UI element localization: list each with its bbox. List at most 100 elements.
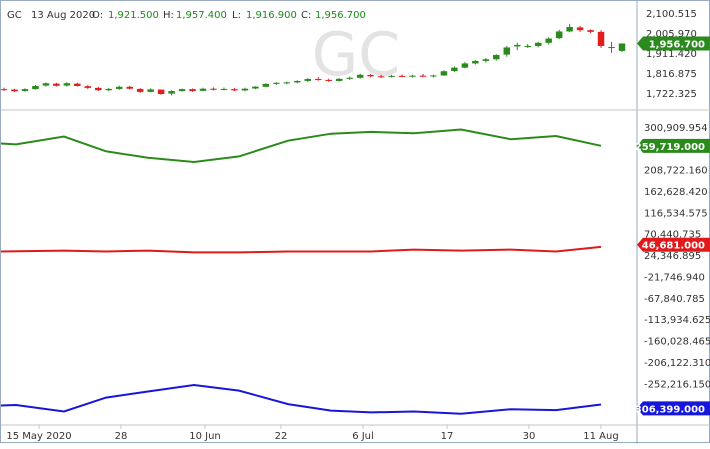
blue-series-tag-label: -306,399.000 xyxy=(631,404,705,415)
indicator-tick-label: -206,122.310 xyxy=(644,358,710,369)
candle[interactable] xyxy=(115,85,123,90)
candle-body xyxy=(503,47,511,55)
candle[interactable] xyxy=(482,57,490,63)
candle-body xyxy=(189,89,196,92)
time-tick-label: 22 xyxy=(275,431,288,442)
candle[interactable] xyxy=(262,83,270,88)
candle[interactable] xyxy=(294,80,301,84)
candle[interactable] xyxy=(555,29,563,40)
candle[interactable] xyxy=(126,85,133,90)
indicator-line-0[interactable] xyxy=(0,128,602,164)
candle[interactable] xyxy=(534,41,542,48)
candle[interactable] xyxy=(514,42,521,51)
candle[interactable] xyxy=(231,88,238,92)
candle[interactable] xyxy=(304,78,312,82)
candle[interactable] xyxy=(524,43,531,49)
candle-body xyxy=(42,83,50,86)
candle-body xyxy=(304,79,312,81)
candle-body xyxy=(377,76,385,78)
price-axis[interactable]: 2,100.5152,005.9701,911.4201,816.8751,72… xyxy=(646,9,697,100)
time-axis[interactable]: 15 May 2020 28 10 Jun 22 6 Jul 17 30 11 Aug xyxy=(6,425,619,442)
candle[interactable] xyxy=(32,84,39,90)
candle-body xyxy=(136,88,144,92)
candle[interactable] xyxy=(178,88,186,92)
candle[interactable] xyxy=(472,60,479,65)
candle[interactable] xyxy=(136,88,144,93)
candle[interactable] xyxy=(252,86,259,90)
chart-svg[interactable]: GC GC 13 Aug 2020 O: 1,921.500 H: 1,957.… xyxy=(0,1,710,444)
indicator-lines[interactable] xyxy=(0,128,602,415)
candle[interactable] xyxy=(587,29,594,34)
candle[interactable] xyxy=(493,54,500,61)
last-price-tag: 1,956.700 xyxy=(637,36,710,51)
indicator-tick-label: 162,628.420 xyxy=(644,187,708,198)
candle[interactable] xyxy=(597,30,605,49)
indicator-line-1[interactable] xyxy=(0,245,602,254)
candle[interactable] xyxy=(430,74,437,78)
candle[interactable] xyxy=(95,86,102,92)
time-tick-label: 17 xyxy=(441,431,454,442)
candle[interactable] xyxy=(220,87,228,91)
candle-body xyxy=(566,27,573,32)
candle[interactable] xyxy=(0,87,8,91)
candle-body xyxy=(534,42,542,46)
candle[interactable] xyxy=(84,85,92,89)
candle[interactable] xyxy=(419,73,427,78)
candle[interactable] xyxy=(189,88,196,92)
candle[interactable] xyxy=(53,82,60,87)
candle[interactable] xyxy=(210,87,217,91)
candle[interactable] xyxy=(545,37,552,45)
time-tick-label: 30 xyxy=(523,431,536,442)
candle[interactable] xyxy=(168,90,175,96)
indicator-axis[interactable]: 300,909.954254,816.055208,722.160162,628… xyxy=(644,123,710,412)
candle-body xyxy=(482,59,490,61)
price-tick-label: 2,100.515 xyxy=(646,9,697,20)
candle-body xyxy=(524,45,531,48)
candle-body xyxy=(587,30,594,32)
candle[interactable] xyxy=(21,88,29,92)
candle[interactable] xyxy=(11,88,18,92)
candle[interactable] xyxy=(608,41,615,53)
candle[interactable] xyxy=(461,62,469,69)
candle-body xyxy=(199,88,207,91)
candle-body xyxy=(105,88,112,91)
candle-body xyxy=(126,86,133,89)
candle-body xyxy=(493,55,500,60)
candle[interactable] xyxy=(451,66,458,72)
candle-body xyxy=(283,82,291,84)
candle[interactable] xyxy=(42,82,50,87)
candle[interactable] xyxy=(241,87,249,92)
candle-body xyxy=(0,89,8,91)
candle-body xyxy=(545,38,552,43)
last-price-tag-label: 1,956.700 xyxy=(649,40,705,51)
candle[interactable] xyxy=(147,88,154,93)
candle[interactable] xyxy=(283,81,291,85)
candle[interactable] xyxy=(63,82,71,87)
candle-body xyxy=(440,71,448,76)
header-open-label: O: xyxy=(92,10,103,21)
green-series-tag-label: 259,719.000 xyxy=(635,142,705,153)
time-tick-label: 6 Jul xyxy=(352,431,374,442)
candle[interactable] xyxy=(409,74,416,78)
candle[interactable] xyxy=(157,89,165,95)
time-tick-label: 11 Aug xyxy=(583,431,618,442)
candle-body xyxy=(294,80,301,83)
candle[interactable] xyxy=(440,70,448,76)
candle-body xyxy=(618,43,626,51)
time-tick-label: 28 xyxy=(115,431,128,442)
candle[interactable] xyxy=(576,25,584,32)
candle[interactable] xyxy=(273,82,280,85)
candle[interactable] xyxy=(74,82,81,87)
candle[interactable] xyxy=(199,87,207,92)
candle-body xyxy=(335,78,343,81)
chart-container[interactable]: GC GC 13 Aug 2020 O: 1,921.500 H: 1,957.… xyxy=(0,0,710,444)
candle[interactable] xyxy=(105,87,112,92)
header-close-label: C: xyxy=(301,10,311,21)
candle-body xyxy=(472,60,479,64)
candle[interactable] xyxy=(566,23,573,33)
candle[interactable] xyxy=(618,43,626,52)
indicator-line-2[interactable] xyxy=(0,383,602,415)
candle-body xyxy=(461,63,469,68)
candle[interactable] xyxy=(503,45,511,57)
candle-body xyxy=(11,89,18,92)
